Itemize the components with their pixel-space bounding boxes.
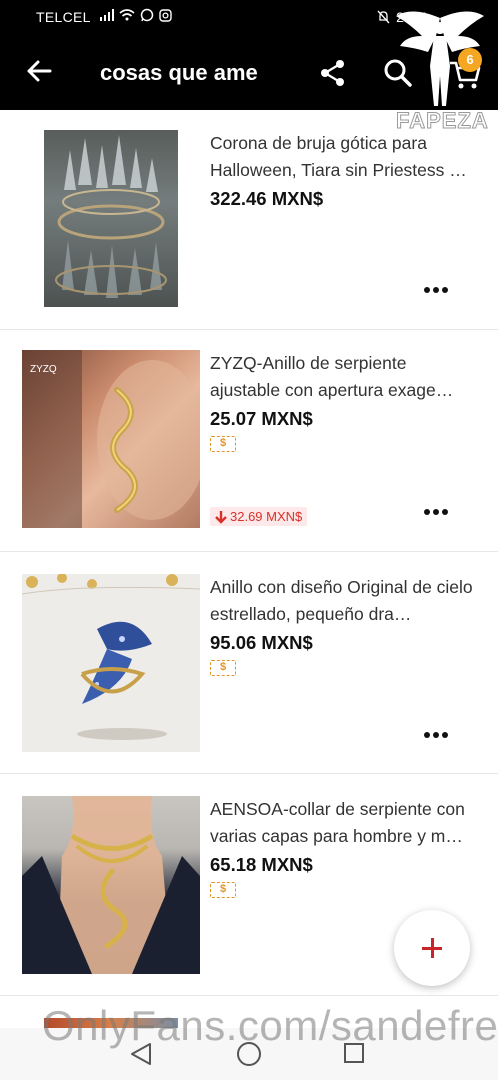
- product-price: 322.46 MXN$: [210, 188, 324, 209]
- product-info: Anillo con diseño Original de cielo estr…: [210, 574, 480, 676]
- product-title[interactable]: Corona de bruja gótica para Halloween, T…: [210, 130, 480, 184]
- product-title[interactable]: Anillo con diseño Original de cielo estr…: [210, 574, 480, 628]
- arrow-left-icon[interactable]: [22, 54, 56, 88]
- product-info: ZYZQ-Anillo de serpiente ajustable con a…: [210, 350, 480, 452]
- product-image[interactable]: [22, 796, 200, 974]
- instagram-icon: [159, 8, 172, 22]
- arrow-down-icon: [215, 510, 227, 524]
- coupon-icon: $: [210, 882, 236, 898]
- more-options-icon[interactable]: [424, 508, 448, 516]
- whatsapp-icon: [140, 8, 154, 22]
- product-price: 95.06 MXN$: [210, 632, 313, 653]
- product-title[interactable]: ZYZQ-Anillo de serpiente ajustable con a…: [210, 350, 480, 404]
- share-icon[interactable]: [318, 58, 348, 88]
- signal-icon: [100, 9, 114, 21]
- product-price: 25.07 MXN$: [210, 408, 313, 429]
- thumb-brand-text: ZYZQ: [30, 364, 57, 375]
- product-info: Corona de bruja gótica para Halloween, T…: [210, 130, 480, 210]
- more-options-icon[interactable]: [424, 286, 448, 294]
- product-image[interactable]: ZYZQ: [22, 350, 200, 528]
- product-image[interactable]: [22, 574, 200, 752]
- coupon-icon: $: [210, 660, 236, 676]
- list-item[interactable]: Anillo con diseño Original de cielo estr…: [0, 552, 498, 774]
- product-image[interactable]: [44, 130, 178, 307]
- carrier-label: TELCEL: [36, 9, 91, 25]
- status-icons: [100, 8, 172, 22]
- product-title[interactable]: AENSOA-collar de serpiente con varias ca…: [210, 796, 480, 850]
- product-info: AENSOA-collar de serpiente con varias ca…: [210, 796, 480, 898]
- more-options-icon[interactable]: [424, 731, 448, 739]
- price-drop-badge: 32.69 MXN$: [210, 507, 308, 526]
- mute-bell-icon: [377, 10, 390, 24]
- coupon-icon: $: [210, 436, 236, 452]
- fapeza-watermark: FAPEZA: [396, 108, 489, 134]
- onlyfans-watermark: OnlyFans.com/sandefree: [42, 1002, 498, 1049]
- add-fab-button[interactable]: [394, 910, 470, 986]
- list-item[interactable]: Corona de bruja gótica para Halloween, T…: [0, 110, 498, 330]
- angel-watermark-icon: [396, 11, 484, 106]
- list-item[interactable]: ZYZQ ZYZQ-Anillo de serpiente ajustable …: [0, 330, 498, 552]
- product-price: 65.18 MXN$: [210, 854, 313, 875]
- price-drop-value: 32.69 MXN$: [230, 509, 303, 524]
- page-title: cosas que ame: [100, 60, 258, 85]
- wifi-icon: [119, 9, 135, 21]
